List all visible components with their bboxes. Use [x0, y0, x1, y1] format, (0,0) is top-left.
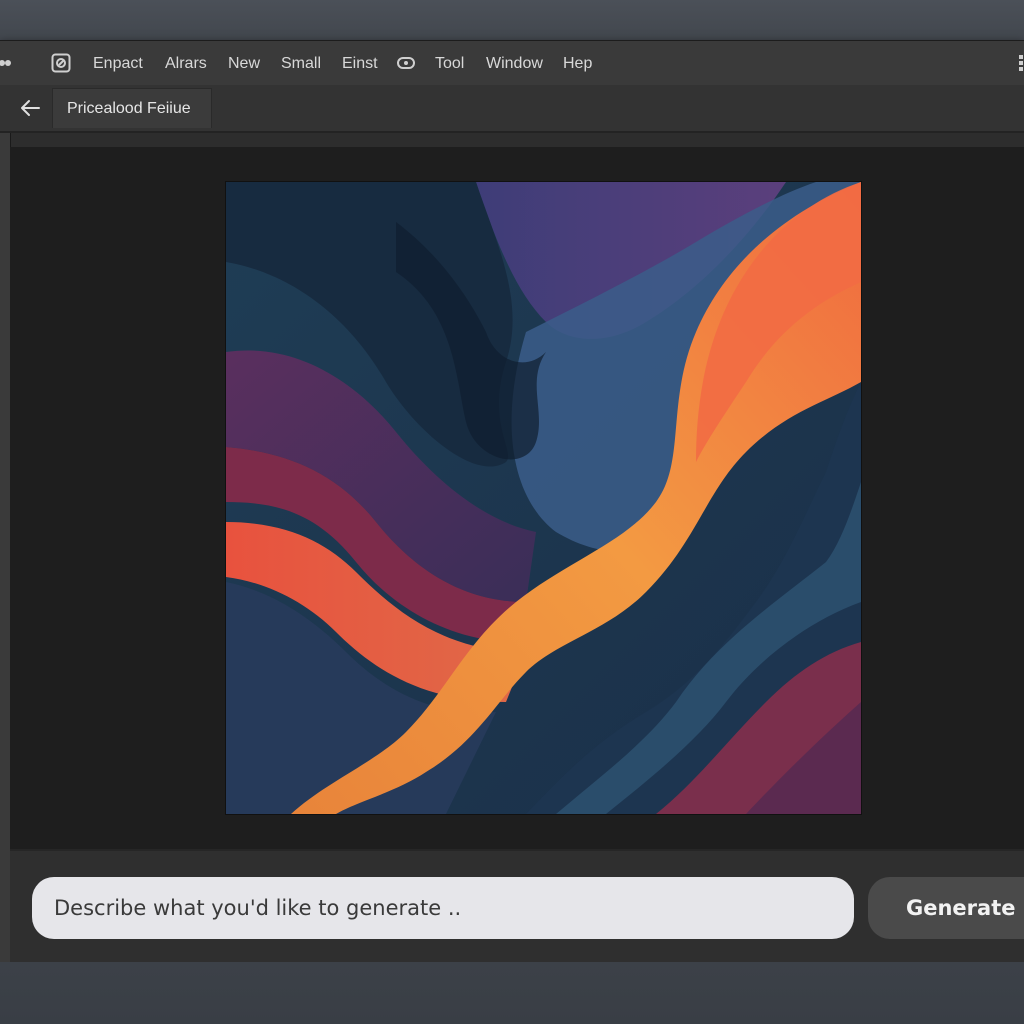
- app-window: Enpact Alrars New Small Einst Tool Windo…: [0, 40, 1024, 965]
- tab-bar: Pricealood Feiiue: [0, 85, 1024, 133]
- prompt-input[interactable]: [32, 877, 854, 939]
- menu-item-einst[interactable]: Einst: [342, 41, 378, 85]
- menu-item-hep[interactable]: Hep: [563, 41, 592, 85]
- app-icon[interactable]: [0, 53, 12, 73]
- menu-item-tool[interactable]: Tool: [435, 41, 464, 85]
- cloud-link-icon[interactable]: [396, 53, 416, 73]
- desktop-background-bottom: [0, 962, 1024, 1024]
- menu-bar: Enpact Alrars New Small Einst Tool Windo…: [0, 41, 1024, 86]
- generated-image[interactable]: [226, 182, 861, 814]
- menu-item-small[interactable]: Small: [281, 41, 321, 85]
- menu-item-alrars[interactable]: Alrars: [165, 41, 207, 85]
- photo-edit-icon[interactable]: [50, 53, 72, 73]
- more-icon[interactable]: [1012, 53, 1024, 73]
- arrow-left-icon[interactable]: [14, 94, 46, 122]
- generate-button[interactable]: Generate: [868, 877, 1024, 939]
- menu-item-new[interactable]: New: [228, 41, 260, 85]
- prompt-bar: Generate: [10, 849, 1024, 965]
- desktop-background-top: [0, 0, 1024, 40]
- menu-item-window[interactable]: Window: [486, 41, 543, 85]
- tab-document[interactable]: Pricealood Feiiue: [52, 88, 212, 128]
- canvas-area: [10, 147, 1024, 849]
- menu-item-enpact[interactable]: Enpact: [93, 41, 143, 85]
